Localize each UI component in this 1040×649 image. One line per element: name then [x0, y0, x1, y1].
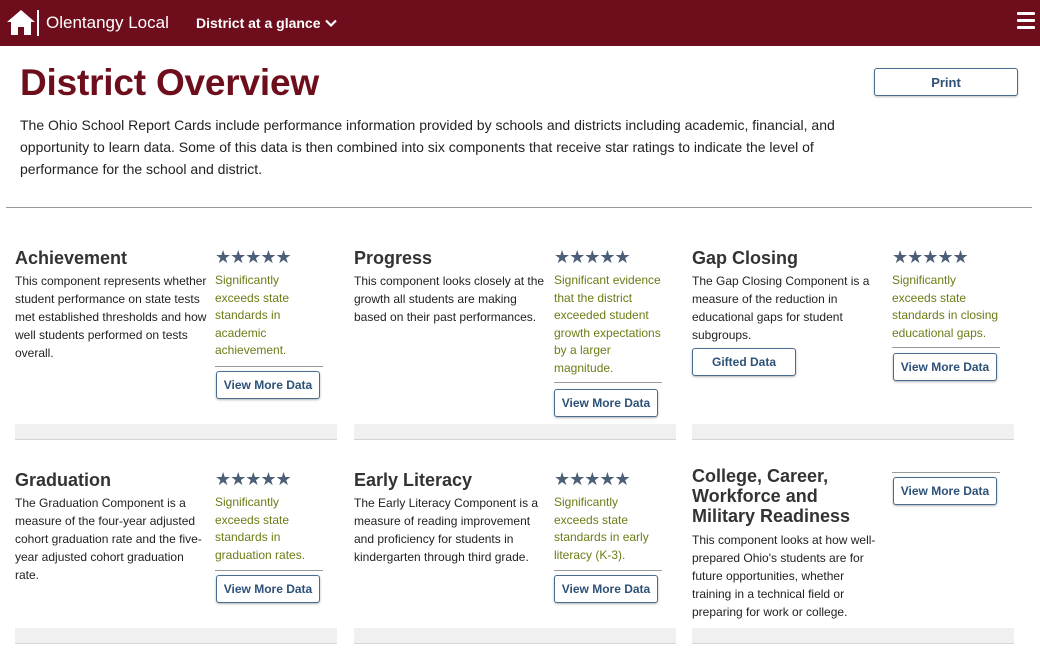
home-icon[interactable] — [6, 9, 36, 36]
rating-text: Significantly exceeds state standards in… — [554, 495, 649, 562]
component-card-achievement: Achievement This component represents wh… — [15, 248, 337, 440]
component-name: Graduation — [15, 470, 112, 490]
nav-divider — [37, 10, 39, 36]
component-description: This component looks at how well-prepare… — [692, 533, 876, 619]
component-name: Achievement — [15, 248, 128, 268]
print-button[interactable]: Print — [874, 68, 1018, 96]
component-card-college-career-readiness: College, Career, Workforce and Military … — [692, 466, 1014, 649]
component-description: This component looks closely at the grow… — [354, 274, 545, 324]
component-description: This component represents whether studen… — [15, 274, 207, 360]
star-rating-icon: ★★★★★ — [892, 247, 969, 267]
card-footer — [354, 628, 676, 644]
district-at-a-glance-label: District at a glance — [196, 15, 321, 31]
view-more-data-button[interactable]: View More Data — [216, 575, 320, 603]
rating-text: Significant evidence that the district e… — [554, 273, 661, 375]
component-description: The Gap Closing Component is a measure o… — [692, 274, 870, 342]
page-title: District Overview — [20, 62, 319, 103]
component-card-graduation: Graduation The Graduation Component is a… — [15, 470, 337, 649]
view-more-data-button[interactable]: View More Data — [554, 575, 658, 603]
view-more-data-button[interactable]: View More Data — [216, 371, 320, 399]
star-rating-icon: ★★★★★ — [215, 469, 292, 489]
view-more-data-button[interactable]: View More Data — [554, 389, 658, 417]
star-rating-icon: ★★★★★ — [215, 247, 292, 267]
view-more-data-button[interactable]: View More Data — [893, 477, 997, 505]
star-rating-icon: ★★★★★ — [554, 469, 631, 489]
rating-text: Significantly exceeds state standards in… — [215, 495, 306, 562]
chevron-down-icon — [324, 19, 337, 27]
component-name: College, Career, Workforce and Military … — [692, 466, 851, 526]
component-name: Gap Closing — [692, 248, 799, 268]
component-name: Progress — [354, 248, 433, 268]
view-more-data-button[interactable]: View More Data — [893, 353, 997, 381]
card-footer — [692, 424, 1014, 440]
star-rating-icon: ★★★★★ — [554, 247, 631, 267]
rating-separator — [554, 382, 662, 383]
gifted-data-button[interactable]: Gifted Data — [692, 348, 796, 376]
rating-text: Significantly exceeds state standards in… — [892, 273, 999, 340]
intro-paragraph: The Ohio School Report Cards include per… — [20, 117, 835, 177]
component-name: Early Literacy — [354, 470, 473, 490]
hamburger-menu-icon[interactable] — [1017, 12, 1035, 30]
district-at-a-glance-dropdown[interactable]: District at a glance — [196, 15, 337, 31]
component-card-gap-closing: Gap Closing The Gap Closing Component is… — [692, 248, 1014, 440]
card-footer — [15, 628, 337, 644]
rating-separator — [215, 570, 323, 571]
rating-separator — [554, 570, 662, 571]
component-card-early-literacy: Early Literacy The Early Literacy Compon… — [354, 470, 676, 649]
card-footer — [15, 424, 337, 440]
component-card-progress: Progress This component looks closely at… — [354, 248, 676, 440]
rating-text: Significantly exceeds state standards in… — [215, 273, 290, 358]
section-divider — [6, 207, 1032, 208]
site-name-link[interactable]: Olentangy Local — [46, 13, 169, 33]
rating-separator — [892, 347, 1000, 348]
card-footer — [692, 628, 1014, 644]
top-nav-bar: Olentangy Local District at a glance — [0, 0, 1040, 46]
component-description: The Graduation Component is a measure of… — [15, 496, 202, 582]
component-description: The Early Literacy Component is a measur… — [354, 496, 539, 564]
rating-separator — [892, 472, 1000, 473]
rating-separator — [215, 366, 323, 367]
card-footer — [354, 424, 676, 440]
